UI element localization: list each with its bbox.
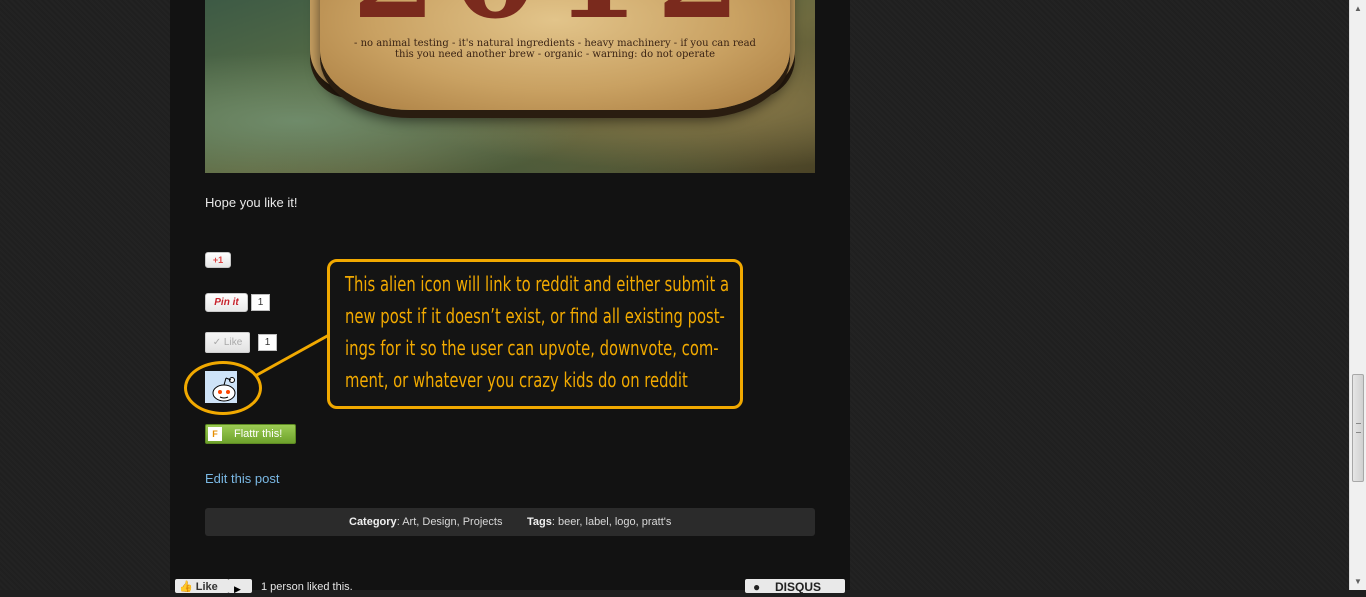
- post-categories: Category: Art, Design, Projects: [349, 516, 503, 528]
- disqus-user-icon: ●: [753, 580, 761, 594]
- annotation-text: This alien icon will link to reddit and …: [345, 272, 730, 392]
- pin-it-count: 1: [251, 294, 270, 311]
- annotation-connector: [254, 333, 330, 378]
- facebook-like-button[interactable]: ✓ Like: [205, 332, 250, 353]
- annotation-box: This alien icon will link to reddit and …: [327, 259, 743, 409]
- share-icon: ▶: [234, 584, 241, 594]
- tags-label: Tags: [527, 516, 552, 528]
- post-image: 2012 - no animal testing - it's natural …: [205, 0, 815, 173]
- flattr-button[interactable]: F Flattr this!: [205, 424, 296, 444]
- scroll-down-arrow-icon[interactable]: ▼: [1350, 573, 1366, 590]
- post-meta-bar: Category: Art, Design, Projects Tags: be…: [205, 508, 815, 536]
- flattr-label: Flattr this!: [234, 428, 283, 440]
- label-plate: 2012 - no animal testing - it's natural …: [320, 0, 790, 110]
- pin-it-button[interactable]: Pin it: [205, 293, 248, 312]
- disqus-brand: DISQUS: [775, 580, 822, 594]
- disqus-share-button[interactable]: ▶: [228, 579, 252, 594]
- category-values[interactable]: Art, Design, Projects: [402, 516, 502, 528]
- edit-post-link[interactable]: Edit this post: [205, 471, 279, 486]
- annotation-circle: [184, 361, 262, 415]
- vertical-scrollbar[interactable]: ▲ ▼: [1349, 0, 1366, 590]
- post-body-text: Hope you like it!: [205, 195, 298, 210]
- liked-count-text: 1 person liked this.: [261, 581, 353, 593]
- facebook-like-label: Like: [223, 337, 243, 348]
- category-label: Category: [349, 516, 397, 528]
- flattr-logo-icon: F: [208, 427, 222, 441]
- pin-it-label: Pin it: [214, 297, 239, 308]
- scroll-up-arrow-icon[interactable]: ▲: [1350, 0, 1366, 17]
- disqus-like-button[interactable]: 👍 Like: [175, 579, 229, 593]
- google-plus-label: +1: [212, 255, 224, 265]
- google-plus-button[interactable]: +1: [205, 252, 231, 268]
- post-tags: Tags: beer, label, logo, pratt's: [527, 516, 672, 528]
- disqus-menu-button[interactable]: ● DISQUS: [745, 579, 845, 594]
- like-check-icon: ✓: [212, 337, 222, 348]
- scroll-grip-icon: [1356, 423, 1361, 433]
- thumb-up-icon: 👍: [179, 581, 193, 593]
- disqus-like-label: Like: [195, 581, 218, 593]
- scroll-thumb[interactable]: [1352, 374, 1364, 482]
- tag-values[interactable]: beer, label, logo, pratt's: [558, 516, 671, 528]
- label-ring-text: - no animal testing - it's natural ingre…: [354, 38, 756, 60]
